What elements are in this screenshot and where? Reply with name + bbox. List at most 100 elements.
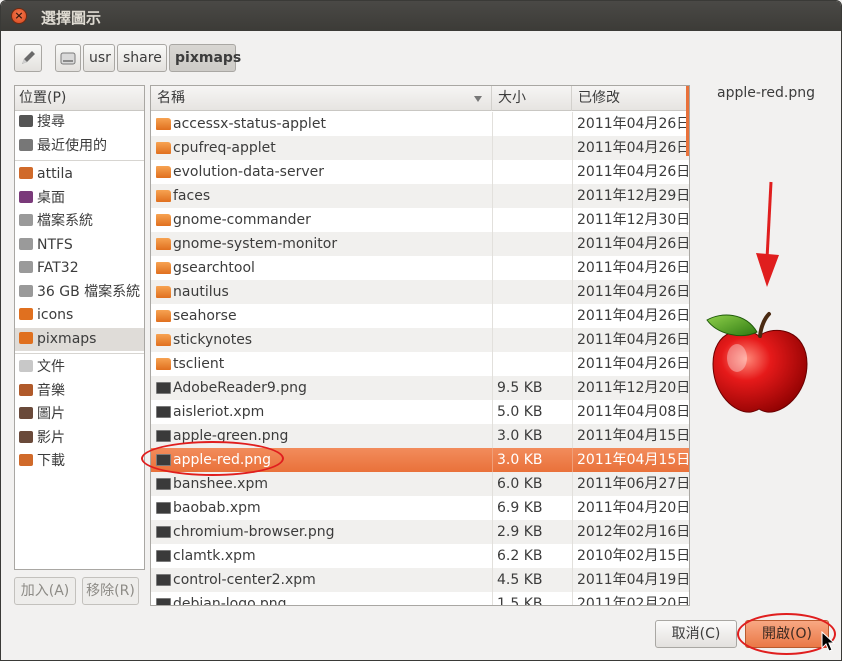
file-name-cell: seahorse bbox=[153, 304, 492, 328]
file-row[interactable]: seahorse 2011年04月26日 bbox=[151, 304, 689, 328]
file-name: AdobeReader9.png bbox=[173, 380, 307, 396]
file-row[interactable]: AdobeReader9.png 9.5 KB 2011年12月20日 bbox=[151, 376, 689, 400]
place-item[interactable]: FAT32 bbox=[15, 257, 144, 281]
file-name: nautilus bbox=[173, 284, 229, 300]
file-row[interactable]: debian-logo.png 1.5 KB 2011年02月20日 bbox=[151, 592, 689, 605]
place-item[interactable]: NTFS bbox=[15, 234, 144, 258]
places-header[interactable]: 位置(P) bbox=[15, 86, 144, 111]
file-row[interactable]: control-center2.xpm 4.5 KB 2011年04月19日 bbox=[151, 568, 689, 592]
place-label: pixmaps bbox=[37, 330, 97, 347]
file-name-cell: faces bbox=[153, 184, 492, 208]
file-name: gnome-commander bbox=[173, 212, 311, 228]
home-icon bbox=[19, 167, 33, 179]
file-size-cell: 9.5 KB bbox=[492, 376, 572, 400]
file-row[interactable]: faces 2011年12月29日 bbox=[151, 184, 689, 208]
folder-icon bbox=[156, 286, 171, 298]
file-row[interactable]: chromium-browser.png 2.9 KB 2012年02月16日 bbox=[151, 520, 689, 544]
file-name-cell: gsearchtool bbox=[153, 256, 492, 280]
folder-icon bbox=[19, 308, 33, 320]
file-size-cell: 6.9 KB bbox=[492, 496, 572, 520]
place-item[interactable]: 搜尋 bbox=[15, 111, 144, 135]
path-usr-button[interactable]: usr bbox=[83, 44, 115, 72]
drive-icon bbox=[19, 261, 33, 273]
file-date-cell: 2011年04月26日 bbox=[572, 160, 689, 184]
file-row[interactable]: gnome-system-monitor 2011年04月26日 bbox=[151, 232, 689, 256]
file-row[interactable]: accessx-status-applet 2011年04月26日 bbox=[151, 112, 689, 136]
folder-icon bbox=[156, 190, 171, 202]
pencil-icon bbox=[22, 51, 35, 64]
open-button[interactable]: 開啟(O) bbox=[745, 620, 829, 648]
file-name-cell: stickynotes bbox=[153, 328, 492, 352]
folder-icon bbox=[156, 262, 171, 274]
file-name-cell: gnome-commander bbox=[153, 208, 492, 232]
file-row[interactable]: banshee.xpm 6.0 KB 2011年06月27日 bbox=[151, 472, 689, 496]
file-name: baobab.xpm bbox=[173, 500, 261, 516]
column-size-header[interactable]: 大小 bbox=[492, 86, 572, 111]
file-name: apple-green.png bbox=[173, 428, 289, 444]
clock-icon bbox=[19, 138, 33, 151]
file-date-cell: 2011年04月08日 bbox=[572, 400, 689, 424]
file-name-cell: nautilus bbox=[153, 280, 492, 304]
path-share-button[interactable]: share bbox=[117, 44, 167, 72]
file-row[interactable]: apple-green.png 3.0 KB 2011年04月15日 bbox=[151, 424, 689, 448]
file-row[interactable]: aisleriot.xpm 5.0 KB 2011年04月08日 bbox=[151, 400, 689, 424]
file-row[interactable]: tsclient 2011年04月26日 bbox=[151, 352, 689, 376]
place-item[interactable]: 音樂 bbox=[15, 380, 144, 404]
place-label: 下載 bbox=[37, 453, 65, 469]
file-row[interactable]: apple-red.png 3.0 KB 2011年04月15日 bbox=[151, 448, 689, 472]
file-size-cell: 1.5 KB bbox=[492, 592, 572, 605]
file-row[interactable]: baobab.xpm 6.9 KB 2011年04月20日 bbox=[151, 496, 689, 520]
file-row[interactable]: evolution-data-server 2011年04月26日 bbox=[151, 160, 689, 184]
place-item[interactable]: 桌面 bbox=[15, 187, 144, 211]
file-row[interactable]: nautilus 2011年04月26日 bbox=[151, 280, 689, 304]
place-item[interactable]: attila bbox=[15, 163, 144, 187]
file-name-cell: apple-green.png bbox=[153, 424, 492, 448]
close-button[interactable]: × bbox=[11, 8, 27, 24]
edit-location-button[interactable] bbox=[14, 44, 42, 72]
file-name: banshee.xpm bbox=[173, 476, 268, 492]
file-row[interactable]: gsearchtool 2011年04月26日 bbox=[151, 256, 689, 280]
place-label: 檔案系統 bbox=[37, 213, 93, 229]
path-pixmaps-button[interactable]: pixmaps bbox=[169, 44, 241, 72]
place-item[interactable]: pixmaps bbox=[15, 327, 144, 351]
place-item[interactable]: 下載 bbox=[15, 450, 144, 474]
file-size-cell: 3.0 KB bbox=[492, 424, 572, 448]
pictures-icon bbox=[19, 407, 33, 419]
file-size-cell: 6.0 KB bbox=[492, 472, 572, 496]
file-name: chromium-browser.png bbox=[173, 524, 335, 540]
file-chooser-dialog: × 選擇圖示 usr share pixmaps 位置(P) 搜尋 最近使用的 at… bbox=[0, 0, 842, 661]
folder-icon bbox=[156, 238, 171, 250]
add-bookmark-button[interactable]: 加入(A) bbox=[14, 577, 76, 605]
file-row[interactable]: stickynotes 2011年04月26日 bbox=[151, 328, 689, 352]
file-row[interactable]: cpufreq-applet 2011年04月26日 bbox=[151, 136, 689, 160]
file-size-cell bbox=[492, 328, 572, 352]
file-name: seahorse bbox=[173, 308, 237, 324]
file-name: control-center2.xpm bbox=[173, 572, 316, 588]
file-name: tsclient bbox=[173, 356, 225, 372]
file-name: gnome-system-monitor bbox=[173, 236, 338, 252]
file-name: gsearchtool bbox=[173, 260, 255, 276]
file-row[interactable]: gnome-commander 2011年12月30日 bbox=[151, 208, 689, 232]
file-row[interactable]: clamtk.xpm 6.2 KB 2010年02月15日 bbox=[151, 544, 689, 568]
remove-bookmark-button[interactable]: 移除(R) bbox=[82, 577, 139, 605]
place-label: 搜尋 bbox=[37, 114, 65, 130]
path-root-button[interactable] bbox=[55, 44, 81, 72]
place-item[interactable]: 文件 bbox=[15, 356, 144, 380]
image-file-icon bbox=[156, 550, 171, 562]
folder-icon bbox=[156, 334, 171, 346]
file-name-cell: cpufreq-applet bbox=[153, 136, 492, 160]
file-date-cell: 2011年04月26日 bbox=[572, 136, 689, 160]
column-modified-header[interactable]: 已修改 bbox=[572, 86, 689, 111]
column-name-header[interactable]: 名稱 bbox=[151, 86, 492, 111]
place-label: 音樂 bbox=[37, 382, 65, 399]
file-date-cell: 2011年12月29日 bbox=[572, 184, 689, 208]
scroll-indicator[interactable] bbox=[686, 86, 689, 156]
place-item[interactable]: 影片 bbox=[15, 427, 144, 451]
place-item[interactable]: icons bbox=[15, 304, 144, 328]
place-item[interactable]: 檔案系統 bbox=[15, 210, 144, 234]
file-size-cell bbox=[492, 184, 572, 208]
place-item[interactable]: 圖片 bbox=[15, 403, 144, 427]
place-item[interactable]: 36 GB 檔案系統 bbox=[15, 281, 144, 305]
place-item[interactable]: 最近使用的 bbox=[15, 135, 144, 159]
cancel-button[interactable]: 取消(C) bbox=[655, 620, 737, 648]
